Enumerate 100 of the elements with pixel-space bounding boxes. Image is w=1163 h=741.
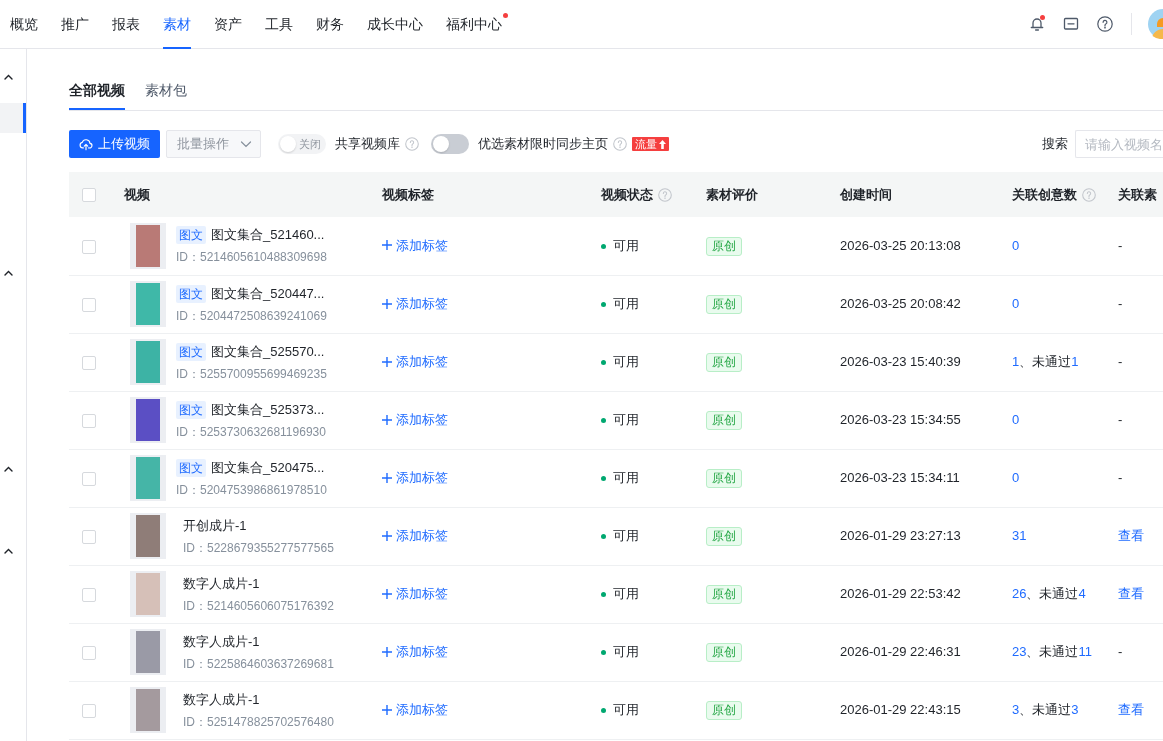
nav-tab[interactable]: 成长中心: [367, 0, 423, 49]
type-tag: 图文: [176, 342, 206, 361]
chevron-down-icon: [240, 138, 252, 150]
creative-count-link[interactable]: 31: [1012, 528, 1027, 544]
view-link[interactable]: 查看: [1118, 586, 1144, 602]
content-tab[interactable]: 全部视频: [69, 72, 125, 110]
add-tag-link[interactable]: 添加标签: [382, 409, 448, 430]
status-text: 可用: [613, 586, 639, 602]
status-text: 可用: [613, 470, 639, 486]
nav-tab[interactable]: 财务: [316, 0, 344, 49]
count-link[interactable]: 26: [1012, 586, 1027, 602]
column-header: 关联创意数: [1012, 185, 1077, 204]
creative-count-link[interactable]: 0: [1012, 238, 1020, 253]
add-tag-link[interactable]: 添加标签: [382, 351, 448, 372]
column-header: 视频状态: [601, 185, 653, 204]
add-tag-link[interactable]: 添加标签: [382, 699, 448, 720]
bell-icon[interactable]: [1029, 16, 1045, 32]
search-label: 搜索: [1042, 135, 1068, 154]
row-checkbox[interactable]: [82, 297, 96, 312]
nav-tab[interactable]: 概览: [10, 0, 38, 49]
creative-count-link[interactable]: 0: [1012, 296, 1020, 312]
content-tab[interactable]: 素材包: [145, 72, 187, 110]
video-name: 图文集合_525373...: [211, 400, 325, 419]
count-link[interactable]: 3: [1071, 702, 1079, 718]
video-id: ID：5255700955699469235: [176, 365, 327, 382]
creative-count-text: 1、未通过1: [1012, 354, 1079, 370]
view-link[interactable]: 查看: [1118, 702, 1144, 718]
video-id: ID：5204753986861978510: [176, 481, 327, 498]
creative-count-link[interactable]: 0: [1012, 470, 1020, 486]
row-checkbox[interactable]: [82, 645, 96, 660]
empty-value: -: [1118, 296, 1123, 312]
type-tag: 图文: [176, 458, 206, 477]
chevron-up-icon[interactable]: [4, 548, 13, 554]
upload-button[interactable]: 上传视频: [69, 130, 160, 158]
plus-icon: [382, 646, 392, 657]
video-name: 开创成片-1: [183, 516, 247, 535]
type-tag: 图文: [176, 284, 206, 303]
created-time: 2026-01-29 23:27:13: [840, 528, 961, 544]
search-field[interactable]: 请输入视频名: [1075, 130, 1163, 158]
row-checkbox[interactable]: [82, 471, 96, 486]
avatar-icon[interactable]: [1147, 9, 1163, 39]
count-link[interactable]: 1: [1071, 354, 1079, 370]
row-checkbox[interactable]: [82, 529, 96, 544]
count-link[interactable]: 1: [1012, 354, 1020, 370]
help-icon[interactable]: [1097, 16, 1113, 32]
rating-tag: 原创: [706, 643, 742, 662]
column-header: 视频: [124, 185, 150, 204]
nav-tab[interactable]: 报表: [112, 0, 140, 49]
row-checkbox[interactable]: [82, 703, 96, 718]
add-tag-link[interactable]: 添加标签: [382, 235, 448, 256]
status-text: 可用: [613, 412, 639, 428]
chevron-up-icon[interactable]: [4, 74, 13, 80]
video-id: ID：5253730632681196930: [176, 423, 326, 440]
chevron-up-icon[interactable]: [4, 270, 13, 276]
created-time: 2026-01-29 22:46:31: [840, 644, 961, 660]
view-link[interactable]: 查看: [1118, 528, 1144, 544]
switch-label: 共享视频库: [335, 135, 400, 154]
sidebar-item[interactable]: [0, 103, 26, 133]
row-checkbox[interactable]: [82, 413, 96, 428]
status-text: 可用: [613, 238, 639, 253]
add-tag-link[interactable]: 添加标签: [382, 641, 448, 662]
add-tag-link[interactable]: 添加标签: [382, 525, 448, 546]
chevron-up-icon[interactable]: [4, 466, 13, 472]
count-link[interactable]: 3: [1012, 702, 1020, 718]
row-checkbox[interactable]: [82, 239, 96, 254]
created-time: 2026-03-23 15:34:11: [840, 470, 960, 486]
type-tag: 图文: [176, 226, 206, 245]
plus-icon: [382, 414, 392, 425]
nav-tab[interactable]: 素材: [163, 0, 191, 49]
nav-tab[interactable]: 资产: [214, 0, 242, 49]
nav-tab[interactable]: 福利中心: [446, 0, 502, 49]
toggle-switch[interactable]: [431, 134, 469, 154]
status-text: 可用: [613, 644, 639, 660]
column-header: 关联素: [1118, 185, 1157, 204]
add-tag-link[interactable]: 添加标签: [382, 293, 448, 314]
count-link[interactable]: 4: [1078, 586, 1086, 602]
created-time: 2026-01-29 22:53:42: [840, 586, 961, 602]
empty-value: -: [1118, 412, 1123, 428]
nav-tab[interactable]: 工具: [265, 0, 293, 49]
plus-icon: [382, 240, 392, 251]
created-time: 2026-01-29 22:43:15: [840, 702, 961, 718]
add-tag-link[interactable]: 添加标签: [382, 583, 448, 604]
rating-tag: 原创: [706, 469, 742, 488]
rating-tag: 原创: [706, 411, 742, 430]
status-text: 可用: [613, 354, 639, 370]
rating-tag: 原创: [706, 527, 742, 546]
video-name: 图文集合_520447...: [211, 284, 325, 303]
row-checkbox[interactable]: [82, 587, 96, 602]
creative-count-link[interactable]: 0: [1012, 412, 1020, 428]
select-all-checkbox[interactable]: [82, 188, 96, 203]
nav-tab[interactable]: 推广: [61, 0, 89, 49]
rating-tag: 原创: [706, 585, 742, 604]
column-header: 视频标签: [382, 185, 434, 204]
cloud-upload-icon: [79, 137, 93, 151]
add-tag-link[interactable]: 添加标签: [382, 467, 448, 488]
count-link[interactable]: 23: [1012, 644, 1027, 660]
row-checkbox[interactable]: [82, 355, 96, 370]
message-icon[interactable]: [1063, 16, 1079, 32]
count-link[interactable]: 11: [1078, 644, 1092, 660]
video-id: ID：5225864603637269681: [183, 655, 334, 672]
